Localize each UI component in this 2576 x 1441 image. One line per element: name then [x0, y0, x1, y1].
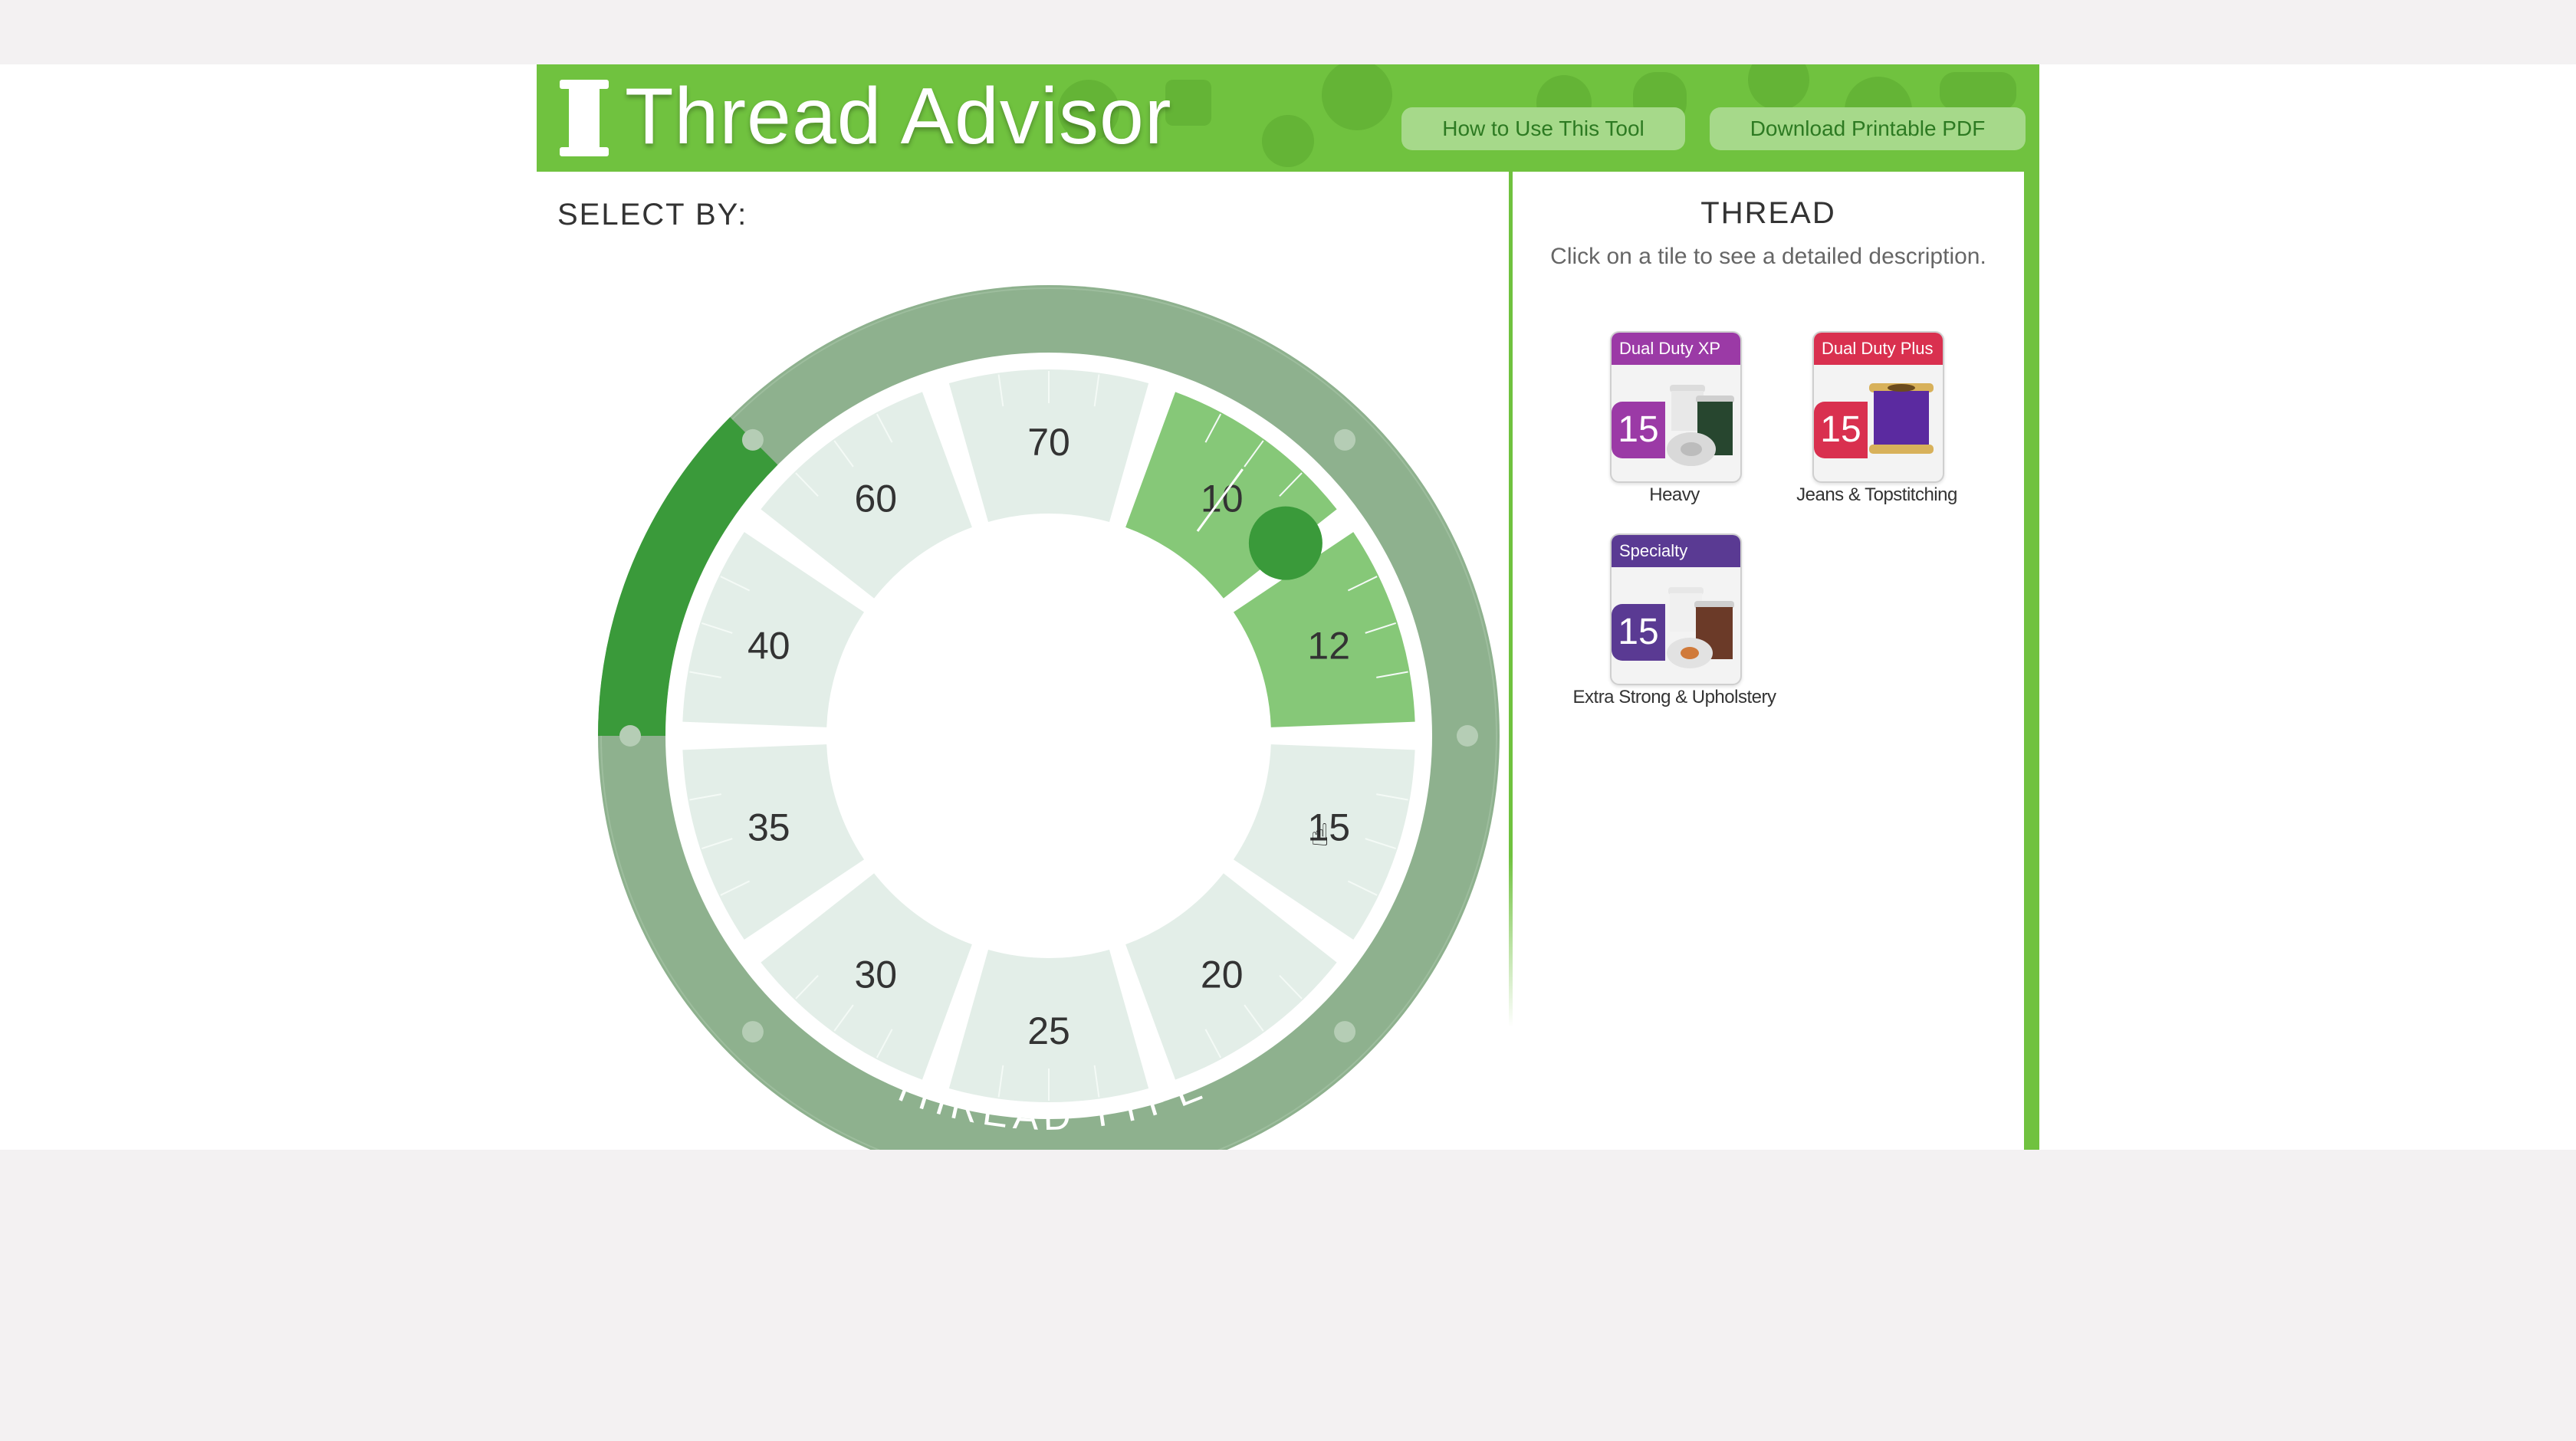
panel-divider — [1509, 172, 1513, 1027]
right-accent-rail — [2024, 172, 2039, 1150]
ring-divider-dot — [1334, 428, 1356, 451]
thread-tile-dual-duty-xp[interactable]: Dual Duty XP 15 Heavy — [1556, 331, 1786, 523]
segment-label: 40 — [748, 624, 790, 667]
thread-panel-title: THREAD — [1700, 196, 1836, 230]
ring-divider-dot — [741, 1021, 764, 1043]
selection-wheel: FABRIC WEIGHTPROJECT TYPETHREAD WEIGHTTH… — [537, 172, 1500, 1150]
segment-label: 25 — [1027, 1009, 1070, 1052]
thread-advisor-app: Thread Advisor How to Use This Tool Down… — [537, 64, 2039, 1150]
ring-divider-dot — [1334, 1021, 1356, 1043]
spools-image — [1869, 383, 1934, 454]
tile-card: Dual Duty XP 15 — [1610, 331, 1742, 483]
tile-brand-label: Dual Duty Plus — [1814, 333, 1943, 365]
tile-weight-badge: 15 — [1814, 402, 1868, 458]
segment-label: 20 — [1201, 954, 1244, 996]
tile-caption: Heavy — [1649, 484, 1700, 505]
header-bar: Thread Advisor How to Use This Tool Down… — [537, 64, 2039, 172]
tile-card: Dual Duty Plus 15 — [1812, 331, 1944, 483]
hand-cursor-icon: ☝ — [1310, 819, 1329, 852]
segment-label: 35 — [748, 806, 790, 849]
segment-label: 70 — [1027, 421, 1070, 464]
tile-caption: Jeans & Topstitching — [1796, 484, 1957, 505]
tile-card: Specialty 15 — [1610, 533, 1742, 685]
spool-logo-icon — [560, 80, 609, 156]
segment-label: 30 — [854, 954, 897, 996]
thread-tile-dual-duty-plus[interactable]: Dual Duty Plus 15 Jeans & Topstitching — [1759, 331, 1989, 523]
tile-weight-badge: 15 — [1612, 402, 1665, 458]
spools-image — [1667, 385, 1734, 466]
ring-divider-dot — [619, 725, 641, 747]
ring-divider-dot — [741, 428, 764, 451]
ring-divider-dot — [1457, 725, 1478, 747]
app-title: Thread Advisor — [625, 72, 1172, 161]
spools-image — [1667, 587, 1734, 668]
tile-brand-label: Specialty — [1612, 535, 1740, 567]
thread-tile-specialty[interactable]: Specialty 15 Extra Strong & Upholstery — [1556, 533, 1786, 725]
segment-label: 12 — [1307, 624, 1350, 667]
download-pdf-button[interactable]: Download Printable PDF — [1710, 107, 2026, 150]
segment-label: 60 — [854, 477, 897, 520]
tile-caption: Extra Strong & Upholstery — [1572, 687, 1776, 707]
active-indicator-dot — [1248, 506, 1322, 580]
tile-brand-label: Dual Duty XP — [1612, 333, 1740, 365]
thread-panel-subtitle: Click on a tile to see a detailed descri… — [1550, 244, 1986, 269]
how-to-use-button[interactable]: How to Use This Tool — [1401, 107, 1685, 150]
tile-weight-badge: 15 — [1612, 604, 1665, 661]
